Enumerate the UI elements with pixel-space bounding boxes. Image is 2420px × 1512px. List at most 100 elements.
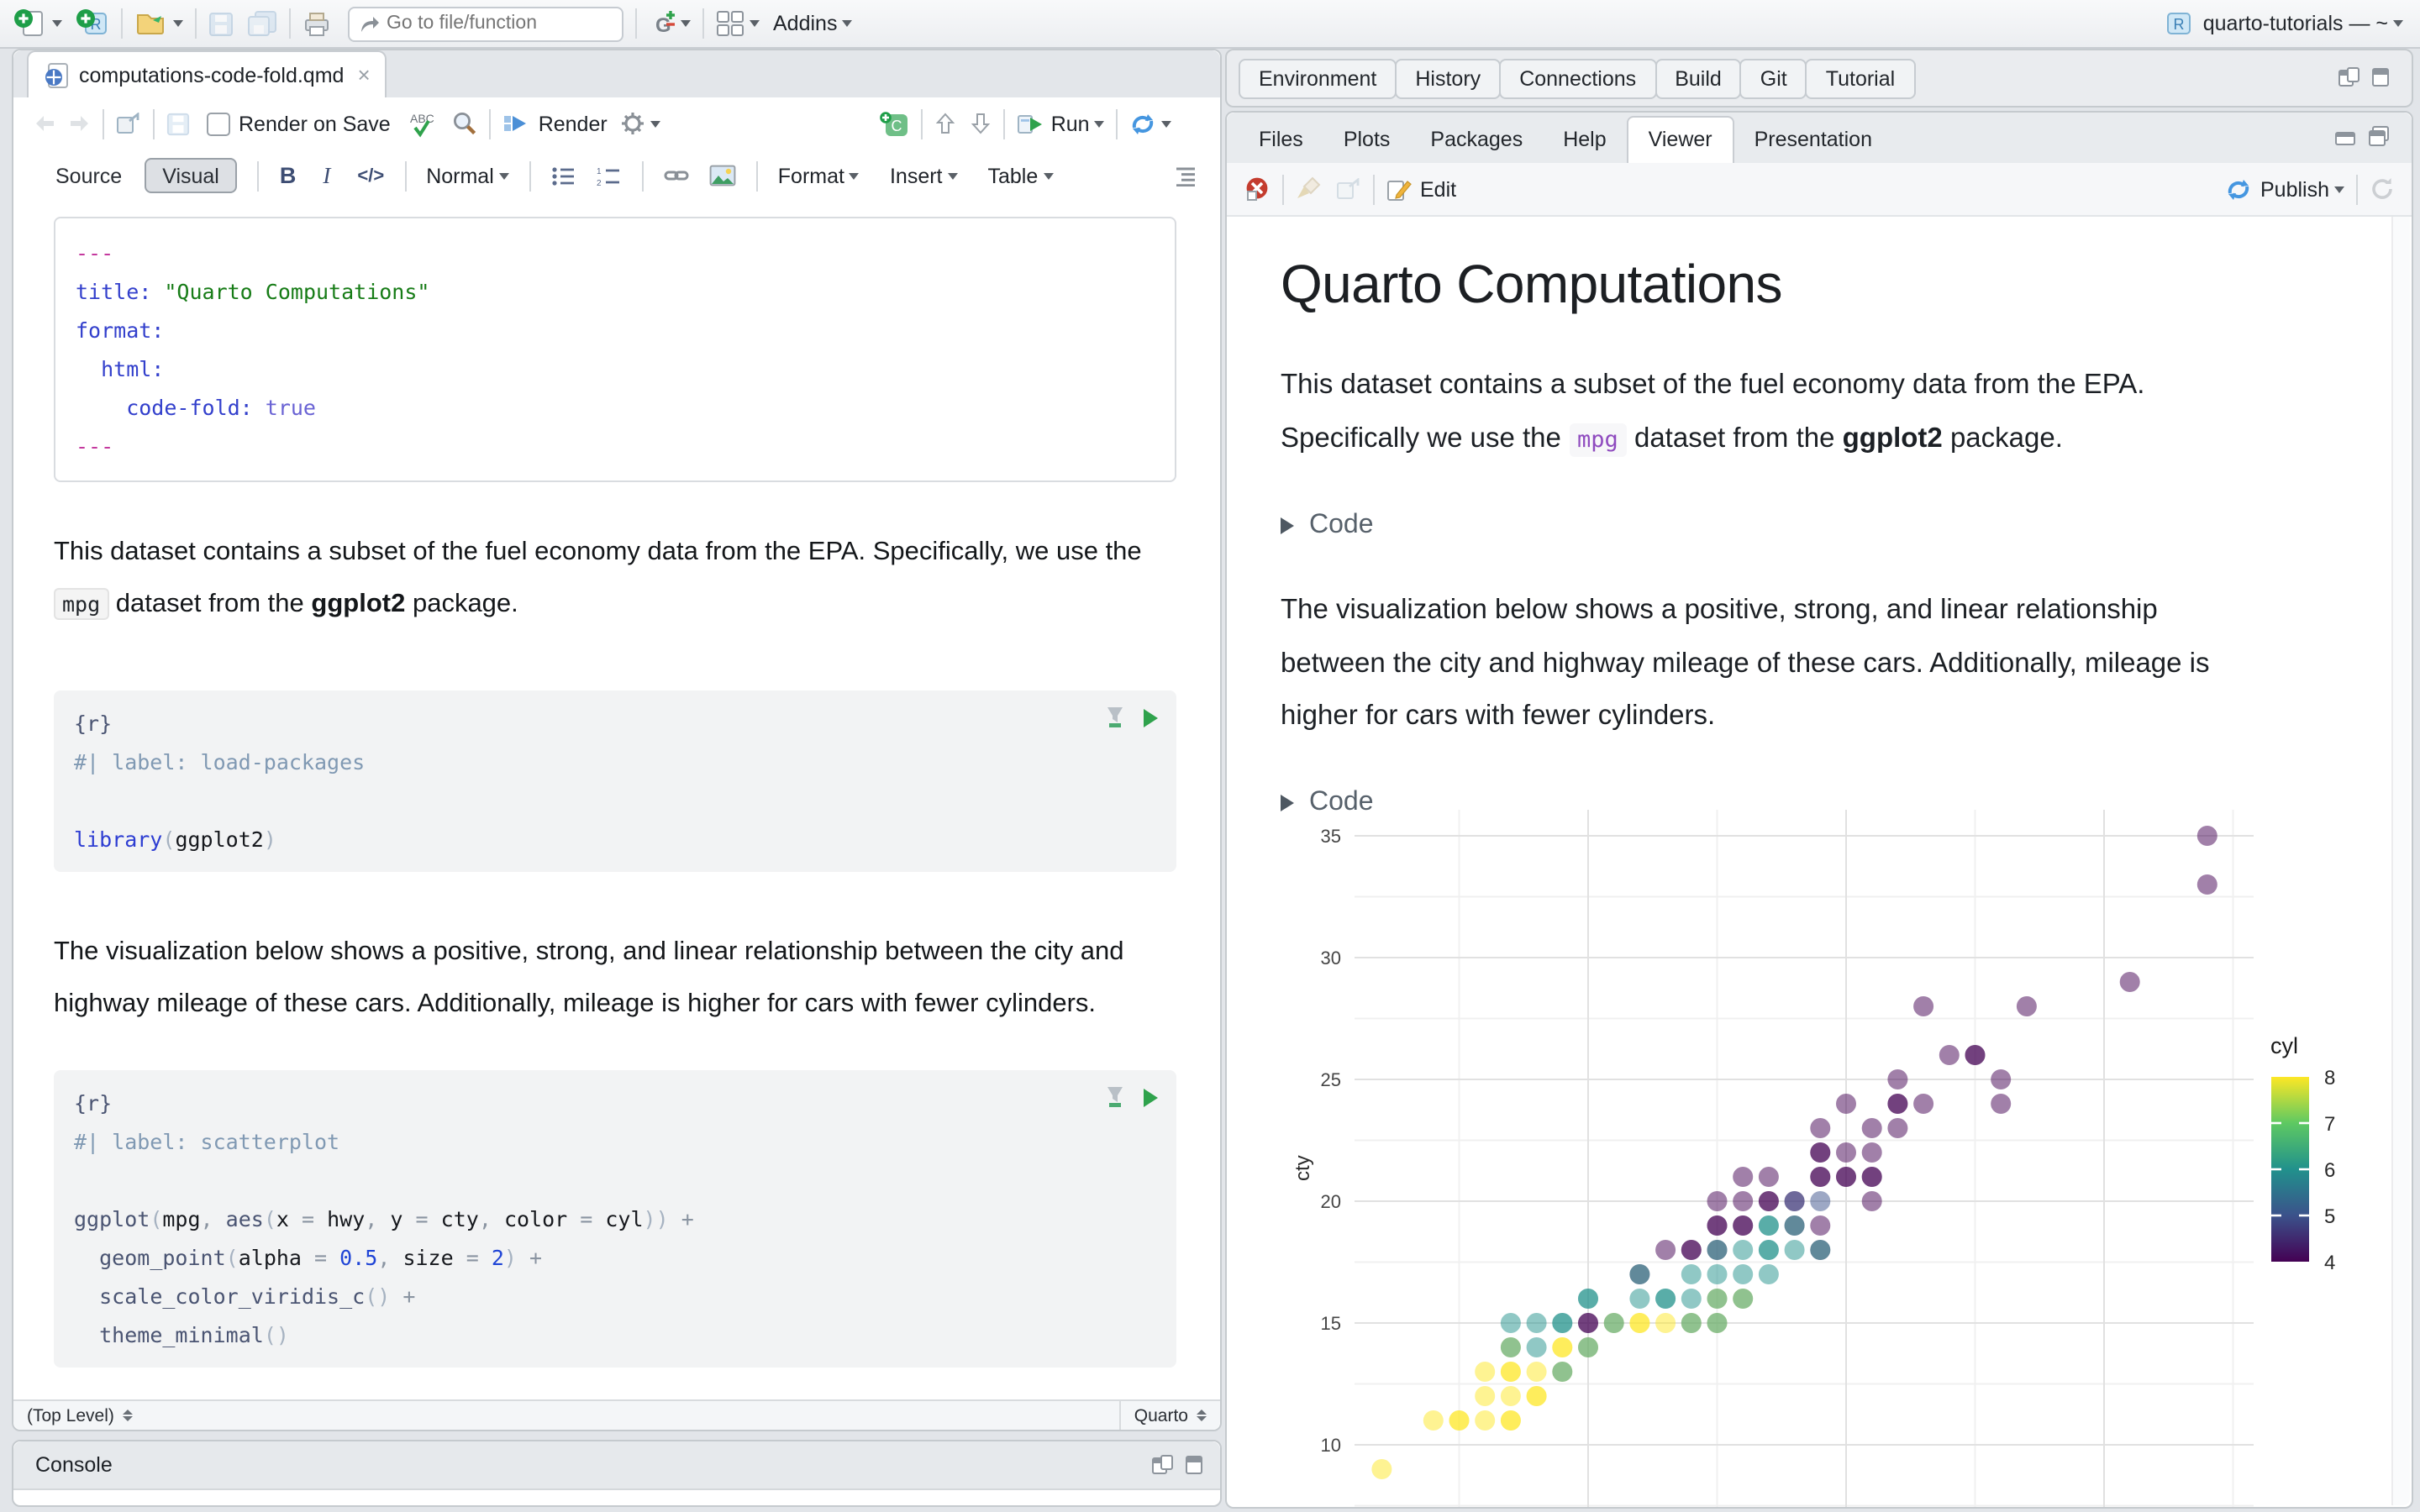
stop-icon	[1246, 177, 1268, 201]
svg-text:20: 20	[1321, 1191, 1341, 1212]
doc-type-selector[interactable]: Quarto	[1118, 1401, 1220, 1430]
popout-window-button[interactable]	[116, 113, 141, 134]
run-chunks-above-icon[interactable]	[1104, 706, 1126, 729]
console-header[interactable]: Console	[13, 1441, 1220, 1490]
addins-menu[interactable]: Addins	[773, 12, 853, 35]
render-on-save-checkbox[interactable]: Render on Save	[203, 112, 391, 135]
viewer-content[interactable]: Quarto Computations This dataset contain…	[1227, 217, 2412, 1507]
yaml-front-matter[interactable]: --- title: "Quarto Computations" format: h…	[54, 217, 1176, 482]
insert-menu[interactable]: Insert	[890, 164, 958, 187]
tab-build[interactable]: Build	[1655, 58, 1742, 98]
refresh-button[interactable]	[2370, 176, 2395, 202]
tab-history[interactable]: History	[1395, 58, 1502, 98]
tab-viewer[interactable]: Viewer	[1626, 116, 1734, 165]
tab-environment[interactable]: Environment	[1239, 58, 1397, 98]
svg-text:cyl: cyl	[2270, 1033, 2298, 1058]
minimize-pane-icon[interactable]	[1151, 1455, 1173, 1475]
run-chunk-icon[interactable]	[1141, 706, 1160, 728]
link-button[interactable]	[664, 165, 689, 186]
maximize-pane-icon[interactable]	[2368, 126, 2390, 146]
maximize-pane-icon[interactable]	[1185, 1455, 1203, 1475]
editor-paragraph-2[interactable]: The visualization below shows a positive…	[54, 926, 1163, 1030]
project-menu[interactable]: R quarto-tutorials — ~	[2166, 0, 2403, 47]
edit-button[interactable]: Edit	[1386, 177, 1456, 201]
editor-tab[interactable]: computations-code-fold.qmd ×	[27, 50, 387, 97]
print-button[interactable]	[302, 11, 331, 36]
tab-presentation[interactable]: Presentation	[1734, 118, 1892, 163]
render-options-button[interactable]	[621, 111, 661, 136]
open-file-button[interactable]	[134, 10, 183, 37]
format-label: Format	[777, 164, 844, 187]
goto-file-input[interactable]	[383, 12, 608, 35]
editor-toolbar-primary: Render on Save ABC Render C Run	[13, 97, 1220, 151]
clear-viewer-button[interactable]	[1296, 176, 1323, 202]
render-button[interactable]: Render	[503, 112, 608, 135]
code-chunk-scatterplot[interactable]: {r} #| label: scatterplot ggplot(mpg, aes…	[54, 1070, 1176, 1368]
source-mode-button[interactable]: Source	[37, 158, 140, 193]
spellcheck-button[interactable]: ABC	[411, 110, 439, 137]
code-chunk-load-packages[interactable]: {r} #| label: load-packages library(ggplo…	[54, 690, 1176, 872]
back-button[interactable]	[34, 114, 55, 133]
numbered-list-button[interactable]: 1 2	[597, 165, 622, 186]
publish-button[interactable]: Publish	[2225, 177, 2344, 201]
viewer-scrollbar[interactable]	[2391, 217, 2410, 1505]
go-next-section-button[interactable]	[971, 113, 992, 134]
goto-file-search[interactable]	[348, 6, 623, 41]
tab-plots[interactable]: Plots	[1323, 118, 1411, 163]
run-chunk-icon[interactable]	[1141, 1086, 1160, 1108]
tab-packages[interactable]: Packages	[1410, 118, 1543, 163]
table-menu[interactable]: Table	[988, 164, 1054, 187]
svg-text:10: 10	[1321, 1435, 1341, 1456]
tab-connections[interactable]: Connections	[1499, 58, 1657, 98]
go-prev-section-button[interactable]	[935, 113, 957, 134]
tab-help[interactable]: Help	[1543, 118, 1626, 163]
divider	[1116, 108, 1118, 139]
forward-button[interactable]	[69, 114, 91, 133]
panes-layout-button[interactable]	[716, 10, 760, 37]
run-button[interactable]: Run	[1018, 112, 1105, 135]
viewer-popout-button[interactable]	[1336, 178, 1361, 200]
image-button[interactable]	[709, 165, 736, 186]
close-tab-icon[interactable]: ×	[357, 64, 370, 86]
insert-chunk-button[interactable]: C	[880, 110, 910, 137]
addins-label: Addins	[773, 12, 838, 35]
divider	[257, 160, 260, 191]
run-chunks-above-icon[interactable]	[1104, 1085, 1126, 1109]
minimize-pane-icon[interactable]	[2334, 126, 2356, 146]
save-all-button[interactable]	[247, 10, 277, 37]
visual-mode-button[interactable]: Visual	[144, 158, 238, 193]
new-project-button[interactable]: R	[76, 8, 109, 39]
maximize-pane-icon[interactable]	[2371, 67, 2390, 87]
svg-text:6: 6	[2324, 1159, 2335, 1182]
bold-button[interactable]: B	[280, 163, 297, 188]
editor-content[interactable]: --- title: "Quarto Computations" format: h…	[13, 202, 1220, 1401]
environment-pane: Environment History Connections Build Git Tut…	[1225, 49, 2413, 108]
editor-tabstrip: computations-code-fold.qmd ×	[13, 50, 1220, 99]
paragraph-style-dropdown[interactable]: Normal	[426, 164, 509, 187]
divider	[195, 8, 197, 39]
find-button[interactable]	[453, 111, 478, 136]
stop-button[interactable]	[1244, 176, 1270, 202]
tab-files[interactable]: Files	[1239, 118, 1323, 163]
format-menu[interactable]: Format	[778, 164, 860, 187]
minimize-pane-icon[interactable]	[2338, 67, 2360, 87]
new-file-button[interactable]	[13, 8, 62, 39]
source-publish-button[interactable]	[1130, 112, 1172, 135]
viewer-pane: Files Plots Packages Help Viewer Presentation	[1225, 111, 2413, 1509]
outline-scope-selector[interactable]: (Top Level)	[13, 1401, 146, 1430]
broom-icon	[1297, 176, 1321, 198]
save-doc-button[interactable]	[166, 112, 190, 135]
inline-code-button[interactable]: </>	[357, 165, 384, 186]
tab-git[interactable]: Git	[1739, 58, 1807, 98]
outline-toggle-button[interactable]	[1171, 165, 1197, 186]
divider	[289, 8, 291, 39]
italic-button[interactable]: I	[323, 162, 330, 189]
editor-paragraph-1[interactable]: This dataset contains a subset of the fu…	[54, 526, 1163, 630]
tab-tutorial[interactable]: Tutorial	[1805, 58, 1916, 98]
divider	[641, 160, 644, 191]
rendered-doc-title: Quarto Computations	[1281, 254, 1783, 314]
save-button[interactable]	[208, 11, 234, 36]
version-control-button[interactable]: G	[649, 10, 691, 37]
bullet-list-button[interactable]	[551, 165, 576, 186]
code-fold-toggle-1[interactable]: Code	[1281, 511, 2412, 541]
